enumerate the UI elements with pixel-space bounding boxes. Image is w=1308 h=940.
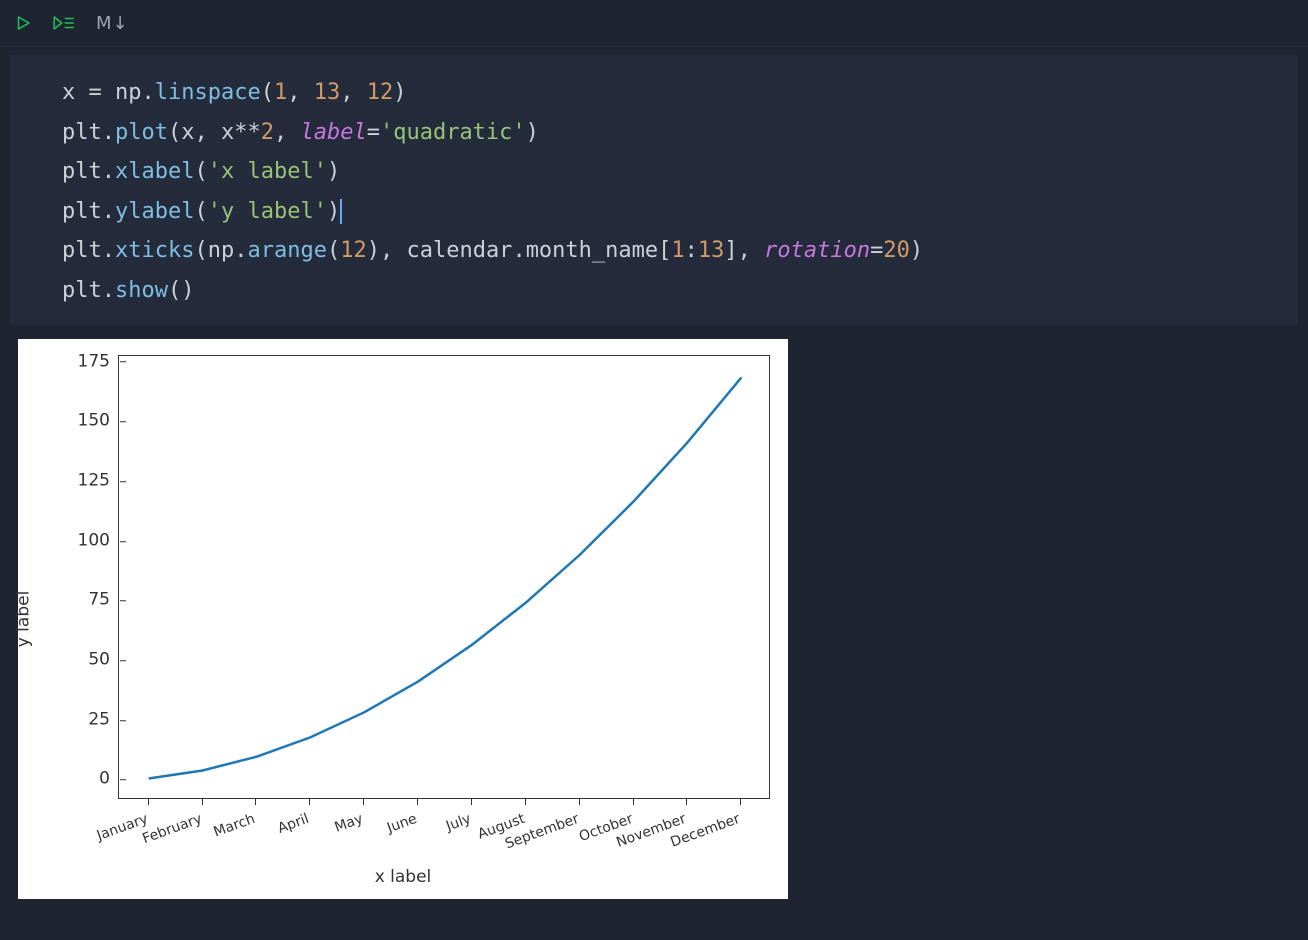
y-axis-label: y label	[11, 590, 37, 647]
x-tick-mark	[633, 799, 634, 805]
y-tick: 100	[78, 528, 118, 554]
run-all-icon[interactable]	[52, 14, 76, 32]
x-tick-label: July	[443, 809, 474, 837]
x-tick-mark	[686, 799, 687, 805]
x-tick-mark	[579, 799, 580, 805]
y-tick: 25	[88, 707, 118, 733]
code-cell[interactable]: x = np.linspace(1, 13, 12)plt.plot(x, x*…	[10, 55, 1298, 325]
chart-line	[119, 356, 769, 798]
x-tick-label: January	[94, 809, 151, 847]
x-axis-label: x label	[18, 865, 788, 891]
x-tick-mark	[202, 799, 203, 805]
chart-axes	[118, 355, 770, 799]
y-tick: 175	[78, 349, 118, 375]
x-tick-mark	[471, 799, 472, 805]
x-tick-mark	[525, 799, 526, 805]
y-tick: 50	[88, 647, 118, 673]
x-tick-mark	[148, 799, 149, 805]
y-tick: 0	[99, 767, 118, 793]
x-tick-label: February	[139, 809, 204, 850]
x-tick-label: June	[384, 809, 420, 839]
x-tick-label: March	[211, 809, 258, 843]
y-tick: 125	[78, 468, 118, 494]
run-cell-icon[interactable]	[14, 14, 32, 32]
notebook-toolbar: M↓	[0, 0, 1308, 47]
y-tick: 150	[78, 409, 118, 435]
x-tick-mark	[363, 799, 364, 805]
markdown-cell-button[interactable]: M↓	[96, 10, 129, 37]
x-tick-label: May	[332, 809, 366, 839]
x-tick-mark	[740, 799, 741, 805]
x-tick-label: April	[275, 809, 312, 840]
matplotlib-figure: y label x label 0255075100125150175Janua…	[18, 339, 788, 899]
cell-output: y label x label 0255075100125150175Janua…	[18, 339, 1298, 899]
x-tick-mark	[255, 799, 256, 805]
x-tick-mark	[309, 799, 310, 805]
code-editor[interactable]: x = np.linspace(1, 13, 12)plt.plot(x, x*…	[62, 73, 1276, 311]
y-tick: 75	[88, 588, 118, 614]
x-tick-mark	[417, 799, 418, 805]
